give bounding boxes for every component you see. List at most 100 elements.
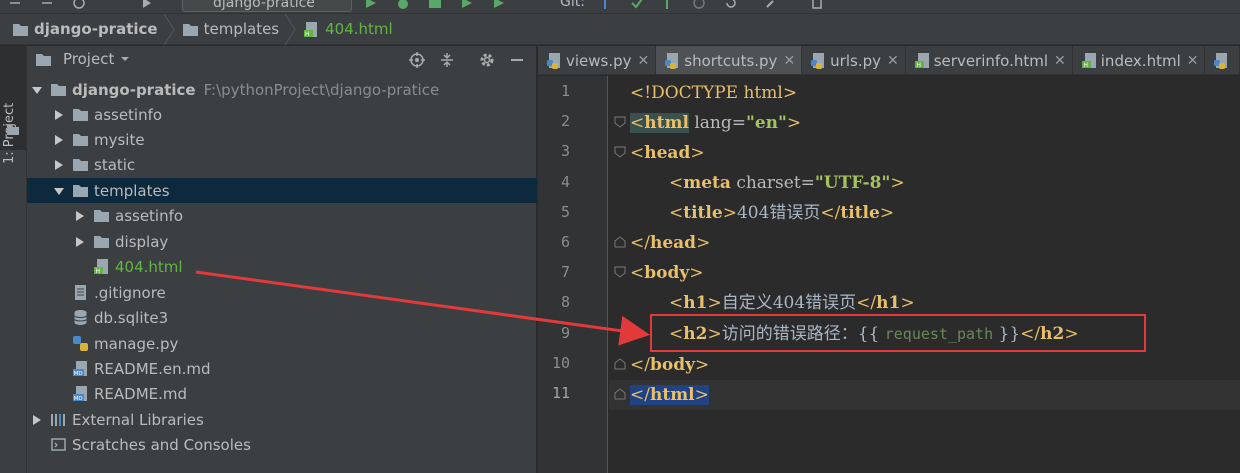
- folder-icon: [73, 185, 88, 197]
- debug-icon[interactable]: [396, 0, 410, 10]
- close-icon[interactable]: ✕: [1187, 53, 1199, 69]
- code-line-5: <title>404错误页</title>: [669, 203, 895, 223]
- editor-tab-label: urls.py: [830, 51, 881, 70]
- database-icon: [74, 310, 87, 325]
- concurrency-icon[interactable]: [492, 0, 506, 10]
- code-line-4: <meta charset="UTF-8">: [669, 173, 905, 193]
- run-config-dropdown[interactable]: django-pratice: [182, 0, 352, 12]
- project-view-selector[interactable]: Project: [35, 50, 130, 68]
- forward-icon[interactable]: [40, 0, 54, 10]
- python-file-icon: [665, 53, 679, 69]
- editor-tab[interactable]: Hserverinfo.html ✕: [906, 46, 1073, 74]
- fold-marker-icon[interactable]: [614, 146, 626, 158]
- caret-right-icon[interactable]: [75, 236, 85, 248]
- tree-item[interactable]: Scratches and Consoles: [27, 432, 537, 457]
- breadcrumb-templates[interactable]: templates: [182, 13, 304, 45]
- tree-item[interactable]: manage.py: [27, 331, 537, 356]
- python-file-icon: [73, 336, 88, 351]
- tree-item[interactable]: display: [27, 229, 537, 254]
- fold-marker-icon[interactable]: [614, 266, 626, 278]
- editor-tab[interactable]: Hindex.html ✕: [1073, 46, 1206, 74]
- folder-icon: [7, 125, 19, 135]
- tree-item[interactable]: MD README.en.md: [27, 356, 537, 381]
- vcs-push-icon[interactable]: [660, 0, 674, 10]
- code-line-2: <html lang="en">: [630, 113, 802, 133]
- tree-item-label: assetinfo: [94, 105, 163, 124]
- revert-icon[interactable]: [724, 0, 738, 10]
- caret-right-icon[interactable]: [32, 414, 42, 426]
- editor-tabs: views.py ✕ shortcuts.py ✕ urls.py ✕ Hserverinf…: [538, 46, 1240, 75]
- close-icon[interactable]: ✕: [1054, 53, 1066, 69]
- editor-tab[interactable]: shortcuts.py ✕: [656, 46, 803, 74]
- collapse-all-icon[interactable]: [438, 51, 456, 69]
- locate-icon[interactable]: [408, 51, 426, 69]
- caret-down-icon[interactable]: [54, 185, 64, 197]
- tree-item-label: display: [115, 232, 169, 251]
- close-icon[interactable]: ✕: [783, 53, 795, 69]
- tree-item[interactable]: static: [27, 152, 537, 177]
- hide-icon[interactable]: [508, 51, 526, 69]
- tree-item-label: mysite: [94, 130, 145, 149]
- tree-item-label: README.en.md: [94, 359, 211, 378]
- fold-marker-icon[interactable]: [614, 236, 626, 248]
- close-icon[interactable]: ✕: [638, 53, 650, 69]
- navigate-icon[interactable]: [140, 0, 154, 10]
- breadcrumb-project[interactable]: django-pratice: [12, 13, 182, 45]
- html-file-icon: H: [914, 53, 929, 69]
- editor-tab[interactable]: urls.py ✕: [802, 46, 906, 74]
- tree-item[interactable]: MD README.md: [27, 381, 537, 406]
- code-line-7: <body>: [630, 263, 704, 283]
- run-config-label: django-pratice: [213, 0, 315, 11]
- tree-item[interactable]: assetinfo: [27, 203, 537, 228]
- fold-marker-icon[interactable]: [614, 116, 626, 128]
- tree-item-label: db.sqlite3: [94, 308, 169, 327]
- sync-icon[interactable]: [72, 0, 86, 10]
- editor-tab[interactable]: views.py ✕: [538, 46, 657, 74]
- tree-item[interactable]: .gitignore: [27, 280, 537, 305]
- tree-item[interactable]: assetinfo: [27, 102, 537, 127]
- editor: views.py ✕ shortcuts.py ✕ urls.py ✕ Hserverinf…: [538, 46, 1240, 473]
- fold-marker-icon[interactable]: [614, 358, 626, 370]
- caret-right-icon[interactable]: [75, 210, 85, 222]
- chevron-down-icon: [121, 57, 130, 61]
- tree-item-label: assetinfo: [115, 206, 184, 225]
- tree-item[interactable]: django-pratice F:\pythonProject\django-pr…: [27, 77, 537, 102]
- back-icon[interactable]: [8, 0, 22, 10]
- project-tool-window-tab[interactable]: 1: Project: [0, 46, 26, 164]
- folder-icon: [182, 23, 198, 36]
- caret-right-icon[interactable]: [54, 159, 64, 171]
- vcs-commit-icon[interactable]: [630, 0, 644, 10]
- editor-tab-label: index.html: [1100, 51, 1181, 70]
- wrench-icon[interactable]: [764, 0, 778, 10]
- svg-text:MD: MD: [74, 371, 83, 377]
- breadcrumb-file[interactable]: H 404.html: [303, 14, 393, 44]
- line-number: 4: [560, 172, 570, 191]
- caret-down-icon[interactable]: [32, 84, 42, 96]
- tree-item[interactable]: db.sqlite3: [27, 305, 537, 330]
- vcs-update-icon[interactable]: [598, 0, 612, 10]
- tree-item-label: manage.py: [94, 334, 179, 353]
- tree-item[interactable]: templates: [27, 178, 537, 203]
- svg-text:H: H: [96, 268, 101, 275]
- caret-right-icon[interactable]: [54, 109, 64, 121]
- close-icon[interactable]: ✕: [887, 53, 899, 69]
- editor-tab-overflow[interactable]: [1205, 46, 1240, 74]
- code-line-10: </body>: [630, 355, 710, 375]
- structure-icon[interactable]: [810, 0, 824, 10]
- vcs-label: Git:: [560, 0, 585, 10]
- profile-icon[interactable]: [460, 0, 474, 10]
- coverage-icon[interactable]: [428, 0, 442, 10]
- folder-icon: [36, 53, 51, 66]
- tree-item[interactable]: H 404.html: [27, 254, 537, 279]
- tree-item[interactable]: External Libraries: [27, 407, 537, 432]
- tree-item-label: README.md: [94, 384, 188, 403]
- caret-right-icon[interactable]: [54, 134, 64, 146]
- history-icon[interactable]: [692, 0, 706, 10]
- fold-marker-icon[interactable]: [614, 388, 626, 400]
- gear-icon[interactable]: [478, 51, 496, 69]
- tree-item[interactable]: mysite: [27, 127, 537, 152]
- run-icon[interactable]: [364, 0, 378, 10]
